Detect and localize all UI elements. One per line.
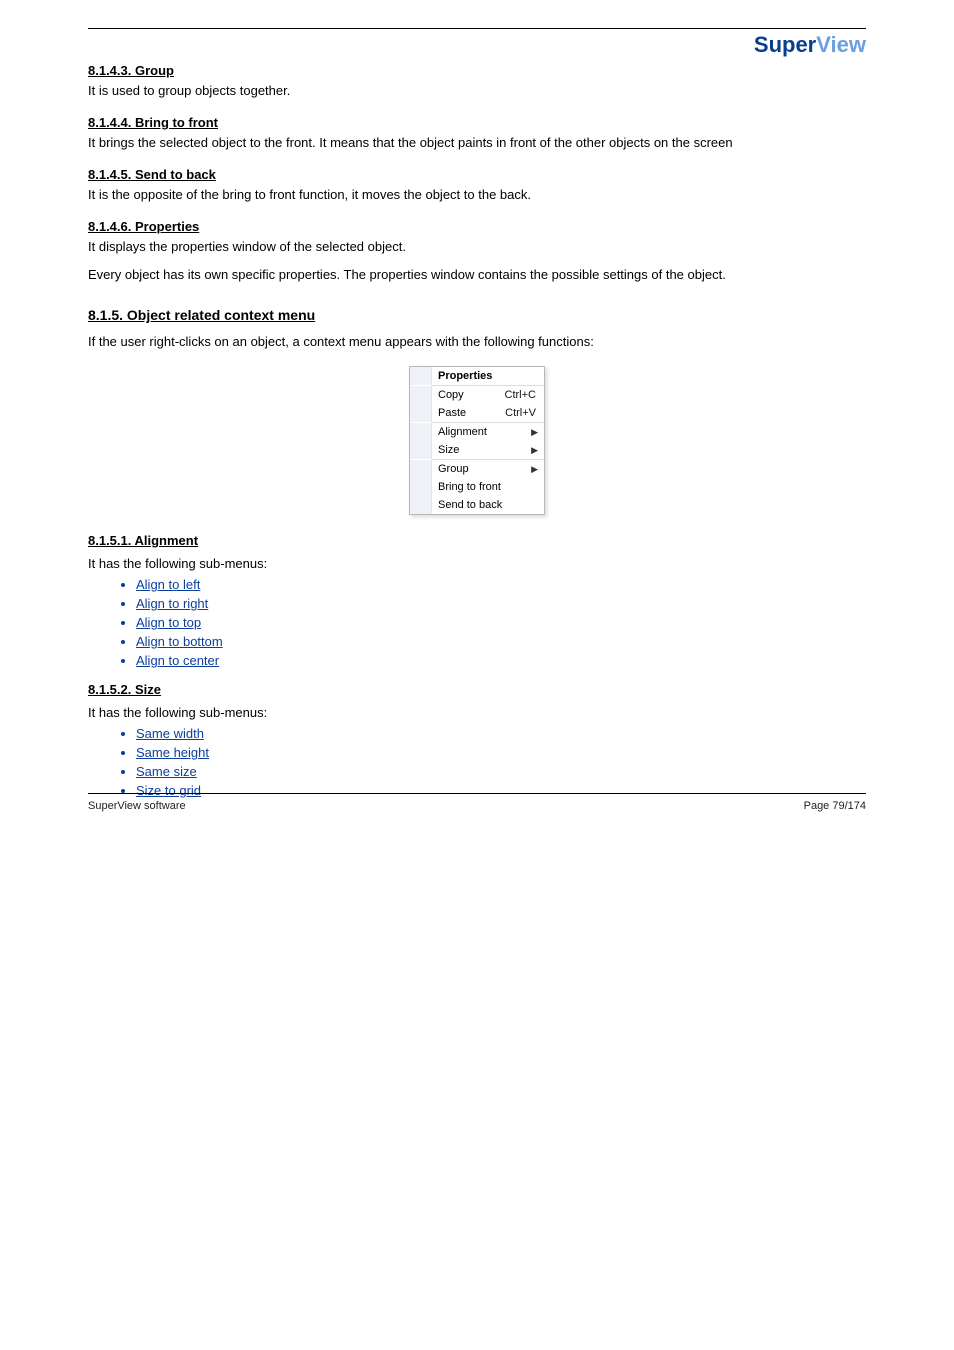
section-alignment-intro: It has the following sub-menus: [88,556,866,571]
footer-right: Page 79/174 [804,800,866,812]
section-group-para: It is used to group objects together. [88,82,866,101]
chevron-right-icon: ▶ [531,445,544,456]
section-size-intro: It has the following sub-menus: [88,705,866,720]
page-footer: SuperView software Page 79/174 [88,793,866,812]
brand-logo: SuperView [754,32,866,58]
page-content: 8.1.4.3. Group It is used to group objec… [88,63,866,798]
chevron-right-icon: ▶ [531,427,544,438]
link-same-size[interactable]: Same size [136,764,866,779]
header-rule [88,28,866,29]
section-properties-para2: Every object has its own specific proper… [88,266,866,285]
link-align-center[interactable]: Align to center [136,653,866,668]
section-size-heading: 8.1.5.2. Size [88,682,866,697]
menu-item-send-back[interactable]: Send to back [410,496,544,514]
footer-left: SuperView software [88,800,186,812]
menu-item-paste[interactable]: PasteCtrl+V [410,404,544,422]
section-send-back-heading: 8.1.4.5. Send to back [88,167,866,182]
section-properties-para1: It displays the properties window of the… [88,238,866,257]
menu-item-alignment[interactable]: Alignment▶ [410,423,544,441]
section-contextmenu-heading: 8.1.5. Object related context menu [88,307,866,323]
link-same-width[interactable]: Same width [136,726,866,741]
menu-item-size[interactable]: Size▶ [410,441,544,459]
menu-item-group[interactable]: Group▶ [410,460,544,478]
menu-item-copy[interactable]: CopyCtrl+C [410,386,544,404]
menu-item-bring-front[interactable]: Bring to front [410,478,544,496]
menu-item-properties[interactable]: Properties [410,367,544,385]
context-menu: Properties CopyCtrl+C PasteCtrl+V Alignm… [409,366,545,515]
section-properties-heading: 8.1.4.6. Properties [88,219,866,234]
link-align-top[interactable]: Align to top [136,615,866,630]
chevron-right-icon: ▶ [531,464,544,475]
section-alignment-heading: 8.1.5.1. Alignment [88,533,866,548]
link-align-left[interactable]: Align to left [136,577,866,592]
logo-part2: View [816,32,866,57]
link-same-height[interactable]: Same height [136,745,866,760]
section-contextmenu-para: If the user right-clicks on an object, a… [88,333,866,352]
section-bring-front-heading: 8.1.4.4. Bring to front [88,115,866,130]
section-group-heading: 8.1.4.3. Group [88,63,866,78]
alignment-list: Align to left Align to right Align to to… [136,577,866,668]
context-menu-figure: Properties CopyCtrl+C PasteCtrl+V Alignm… [88,366,866,515]
link-align-bottom[interactable]: Align to bottom [136,634,866,649]
logo-part1: Super [754,32,816,57]
size-list: Same width Same height Same size Size to… [136,726,866,798]
section-send-back-para: It is the opposite of the bring to front… [88,186,866,205]
link-align-right[interactable]: Align to right [136,596,866,611]
section-bring-front-para: It brings the selected object to the fro… [88,134,866,153]
